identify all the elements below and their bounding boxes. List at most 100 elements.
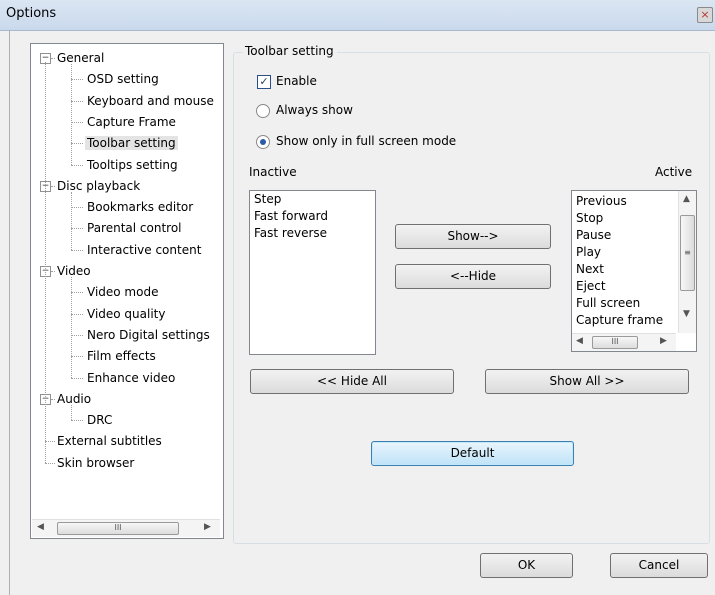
scroll-up-icon[interactable]: ▲ — [683, 194, 690, 204]
tree-connector — [45, 441, 55, 443]
tree-item[interactable]: DRC — [85, 410, 114, 430]
tree-connector — [71, 164, 83, 166]
tree-item[interactable]: Capture Frame — [85, 112, 178, 132]
scroll-left-icon[interactable]: ◀ — [37, 522, 44, 532]
always-show-label: Always show — [276, 103, 353, 117]
inactive-list-item[interactable]: Fast reverse — [250, 225, 375, 242]
tree-item-label: Keyboard and mouse — [87, 93, 214, 108]
tree-item-label: Toolbar setting — [85, 136, 178, 151]
tree-connector — [71, 207, 83, 209]
group-title: Toolbar setting — [242, 44, 337, 58]
tree-item-label: Interactive content — [87, 242, 202, 257]
active-list-item[interactable]: Pause — [572, 227, 678, 244]
tree-item-label: Skin browser — [57, 455, 135, 470]
tree-item-label: General — [57, 51, 105, 65]
hide-button[interactable]: <--Hide — [395, 264, 551, 289]
enable-label: Enable — [276, 74, 317, 88]
inactive-label: Inactive — [249, 165, 297, 179]
tree-connector — [71, 377, 83, 379]
tree-connector — [71, 228, 83, 230]
tree-item-label: Video quality — [87, 306, 166, 321]
options-tree[interactable]: ◀ III ▶ General − OSD setting Keyboard and … — [30, 43, 224, 539]
tree-item-label: Film effects — [87, 349, 156, 364]
tree-connector — [71, 64, 72, 165]
tree-item[interactable]: Interactive content — [85, 240, 203, 260]
inactive-list[interactable]: Step Fast forward Fast reverse — [249, 190, 376, 355]
inactive-list-item[interactable]: Step — [250, 191, 375, 208]
tree-connector — [51, 185, 55, 187]
tree-connector — [71, 100, 83, 102]
tree-connector — [71, 334, 83, 336]
title-bar: Options × — [0, 0, 715, 31]
fullscreen-only-radio[interactable] — [256, 135, 270, 149]
tree-connector — [51, 58, 55, 59]
active-list-vertical-scrollbar[interactable]: ▲ ≡ ▼ — [678, 191, 696, 333]
tree-item-label: Video — [57, 264, 91, 278]
tree-item[interactable]: Video mode — [85, 282, 160, 302]
tree-item[interactable]: Bookmarks editor — [85, 197, 195, 217]
tree-item[interactable]: Parental control — [85, 218, 184, 238]
tree-horizontal-scrollbar[interactable]: ◀ III ▶ — [32, 519, 220, 537]
always-show-radio[interactable] — [256, 104, 270, 118]
default-button[interactable]: Default — [371, 441, 574, 466]
scroll-right-icon[interactable]: ▶ — [204, 522, 211, 532]
tree-item-label: Video mode — [87, 285, 159, 300]
scroll-right-icon[interactable]: ▶ — [660, 336, 667, 346]
scroll-left-icon[interactable]: ◀ — [576, 336, 583, 346]
tree-item[interactable]: Audio — [55, 389, 93, 409]
tree-connector — [71, 79, 83, 81]
tree-item[interactable]: Enhance video — [85, 368, 177, 388]
tree-item[interactable]: Nero Digital settings — [85, 325, 212, 345]
active-list-item[interactable]: Capture frame — [572, 312, 678, 329]
show-button[interactable]: Show--> — [395, 224, 551, 249]
tree-item-label: Tooltips setting — [87, 157, 178, 172]
active-list-item[interactable]: Full screen — [572, 295, 678, 312]
enable-checkbox[interactable]: ✓ — [257, 75, 271, 89]
active-list-item[interactable]: Next — [572, 261, 678, 278]
active-list-item[interactable]: Previous — [572, 193, 678, 210]
tree-item-label: Nero Digital settings — [87, 327, 210, 342]
window-left-border — [9, 30, 10, 595]
inactive-list-item[interactable]: Fast forward — [250, 208, 375, 225]
tree-connector — [71, 191, 72, 250]
tree-item[interactable]: Toolbar setting — [85, 133, 178, 153]
tree-item-label: Audio — [57, 391, 92, 406]
tree-connector — [45, 462, 55, 464]
ok-button[interactable]: OK — [480, 553, 573, 578]
tree-connector — [71, 292, 83, 294]
tree-item[interactable]: General — [55, 48, 106, 68]
hide-all-button[interactable]: << Hide All — [250, 369, 454, 394]
tree-item-label: OSD setting — [87, 72, 159, 87]
tree-connector — [71, 420, 83, 422]
close-button[interactable]: × — [697, 7, 713, 23]
active-list-horizontal-scrollbar[interactable]: ◀ III ▶ — [572, 333, 676, 351]
tree-item-label: DRC — [87, 413, 113, 428]
tree-connector — [51, 398, 55, 400]
tree-item[interactable]: Tooltips setting — [85, 155, 180, 175]
tree-scroll-thumb[interactable]: III — [57, 522, 179, 535]
tree-item[interactable]: Keyboard and mouse — [85, 91, 216, 111]
tree-connector — [71, 249, 83, 251]
fullscreen-only-label: Show only in full screen mode — [276, 134, 457, 148]
tree-item[interactable]: External subtitles — [55, 431, 164, 451]
tree-connector — [71, 356, 83, 358]
active-list-item[interactable]: Eject — [572, 278, 678, 295]
cancel-button[interactable]: Cancel — [610, 553, 708, 578]
active-list-item[interactable]: Play — [572, 244, 678, 261]
tree-item[interactable]: OSD setting — [85, 69, 161, 89]
tree-item[interactable]: Film effects — [85, 346, 158, 366]
scroll-down-icon[interactable]: ▼ — [683, 309, 690, 319]
show-all-button[interactable]: Show All >> — [485, 369, 689, 394]
active-list[interactable]: Previous Stop Pause Play Next Eject Full scree… — [571, 190, 697, 352]
tree-item[interactable]: Video quality — [85, 304, 168, 324]
tree-item[interactable]: Disc playback — [55, 176, 142, 196]
tree-connector — [51, 271, 55, 272]
tree-connector — [71, 121, 83, 123]
tree-item[interactable]: Video — [55, 261, 93, 281]
active-list-item[interactable]: Stop — [572, 210, 678, 227]
tree-item[interactable]: Skin browser — [55, 453, 136, 473]
tree-item-label: External subtitles — [57, 434, 162, 449]
active-hscroll-thumb[interactable]: III — [592, 336, 638, 349]
active-scroll-thumb[interactable]: ≡ — [680, 215, 695, 291]
tree-item-label: Enhance video — [87, 370, 176, 385]
